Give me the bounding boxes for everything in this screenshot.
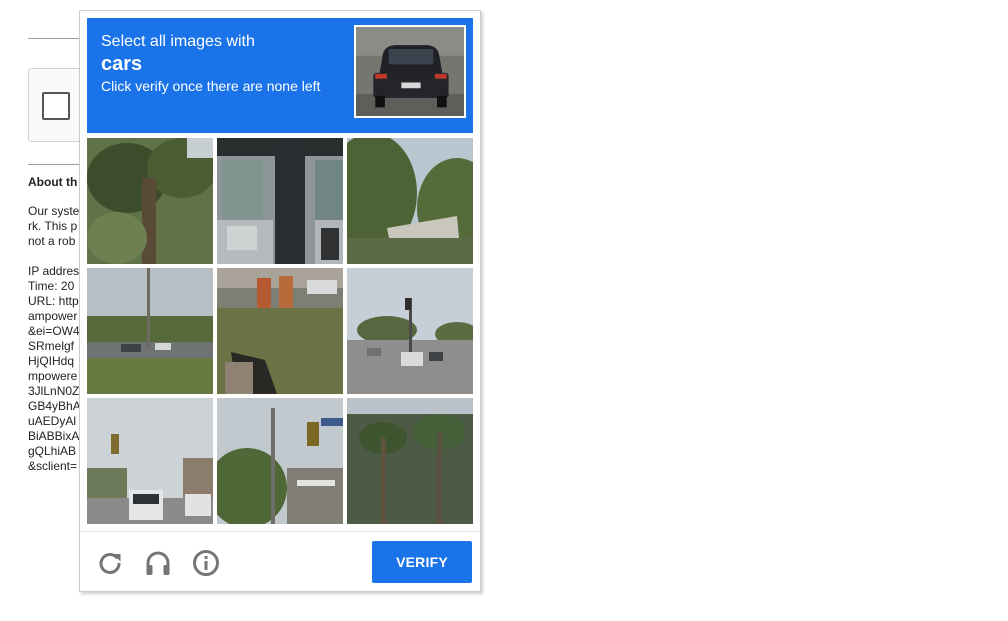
image-tile-8[interactable] xyxy=(217,398,343,524)
sample-image xyxy=(354,25,466,118)
image-tile-4[interactable] xyxy=(87,268,213,394)
image-tile-9[interactable] xyxy=(347,398,473,524)
image-tile-2[interactable] xyxy=(217,138,343,264)
image-tile-5[interactable] xyxy=(217,268,343,394)
image-tile-3[interactable] xyxy=(347,138,473,264)
verify-button[interactable]: VERIFY xyxy=(372,541,472,583)
footer-divider xyxy=(80,531,480,532)
not-robot-checkbox[interactable] xyxy=(42,92,70,120)
challenge-header: Select all images with cars Click verify… xyxy=(87,18,473,133)
image-tile-1[interactable] xyxy=(87,138,213,264)
target-object-label: cars xyxy=(101,53,143,75)
reload-icon[interactable] xyxy=(95,548,125,578)
instruction-subtext: Click verify once there are none left xyxy=(101,78,321,94)
headphones-icon[interactable] xyxy=(143,548,173,578)
image-tile-6[interactable] xyxy=(347,268,473,394)
image-tile-7[interactable] xyxy=(87,398,213,524)
info-icon[interactable] xyxy=(191,548,221,578)
captcha-challenge: Select all images with cars Click verify… xyxy=(79,10,481,592)
image-grid xyxy=(87,138,473,524)
instruction-text: Select all images with xyxy=(101,33,255,50)
